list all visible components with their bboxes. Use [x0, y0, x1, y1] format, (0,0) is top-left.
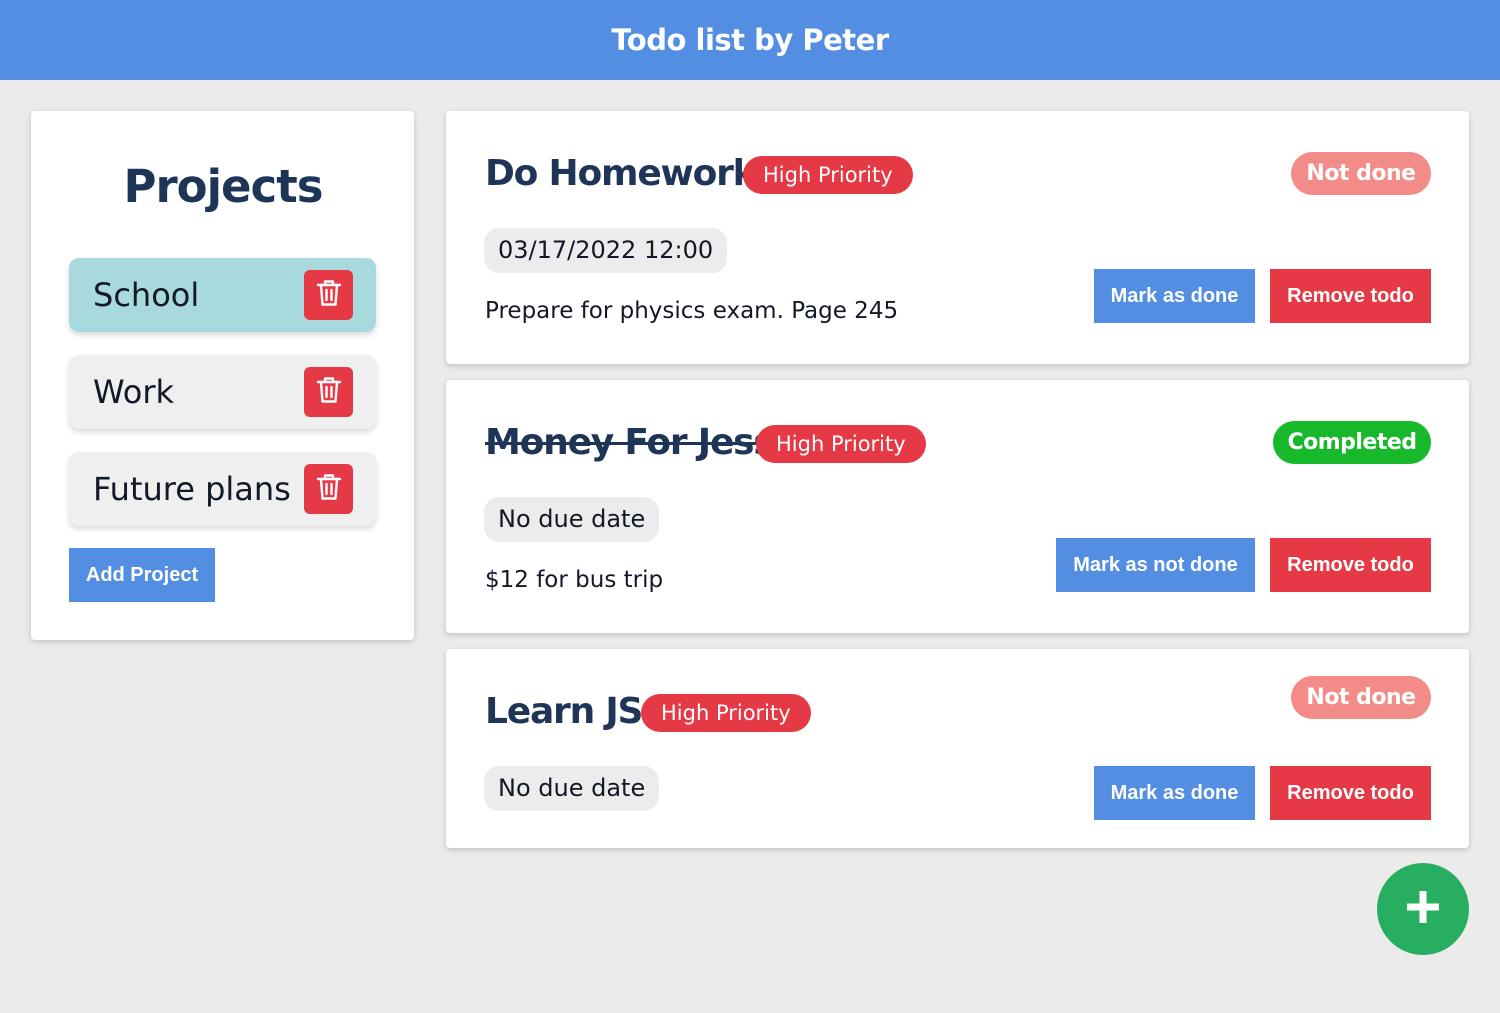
app-title: Todo list by Peter [611, 23, 889, 57]
projects-heading: Projects [123, 160, 323, 213]
trash-icon [316, 279, 342, 311]
project-label: School [93, 276, 200, 314]
trash-icon [316, 376, 342, 408]
add-project-button[interactable]: Add Project [69, 548, 215, 602]
mark-not-done-button[interactable]: Mark as not done [1056, 538, 1255, 592]
due-date: No due date [484, 497, 660, 542]
priority-badge: High Priority [641, 694, 811, 732]
due-date: 03/17/2022 12:00 [484, 228, 728, 273]
status-badge[interactable]: Completed [1273, 421, 1431, 464]
plus-icon [1403, 887, 1443, 931]
project-item-school[interactable]: School [69, 258, 376, 332]
app-header: Todo list by Peter [0, 0, 1500, 80]
todo-description: Prepare for physics exam. Page 245 [485, 298, 899, 324]
project-label: Future plans [93, 470, 291, 508]
todo-card: Do Homework High Priority Not done 03/17… [446, 111, 1469, 364]
todo-card: Money For Jess High Priority Completed N… [446, 380, 1469, 633]
todo-title: Money For Jess [485, 422, 775, 463]
todo-title: Do Homework [485, 153, 757, 194]
priority-badge: High Priority [756, 425, 926, 463]
project-label: Work [93, 373, 175, 411]
status-badge[interactable]: Not done [1291, 152, 1431, 195]
priority-badge: High Priority [743, 156, 913, 194]
delete-project-button[interactable] [304, 270, 353, 320]
delete-project-button[interactable] [304, 367, 353, 417]
due-date: No due date [484, 766, 660, 811]
todo-description: $12 for bus trip [485, 567, 664, 593]
mark-done-button[interactable]: Mark as done [1094, 269, 1255, 323]
todo-card: Learn JS High Priority Not done No due d… [446, 649, 1469, 848]
project-item-future-plans[interactable]: Future plans [69, 452, 376, 526]
trash-icon [316, 473, 342, 505]
add-todo-button[interactable] [1377, 863, 1469, 955]
mark-done-button[interactable]: Mark as done [1094, 766, 1255, 820]
project-item-work[interactable]: Work [69, 355, 376, 429]
remove-todo-button[interactable]: Remove todo [1270, 269, 1431, 323]
remove-todo-button[interactable]: Remove todo [1270, 538, 1431, 592]
todo-title: Learn JS [485, 691, 643, 732]
delete-project-button[interactable] [304, 464, 353, 514]
status-badge[interactable]: Not done [1291, 676, 1431, 719]
remove-todo-button[interactable]: Remove todo [1270, 766, 1431, 820]
